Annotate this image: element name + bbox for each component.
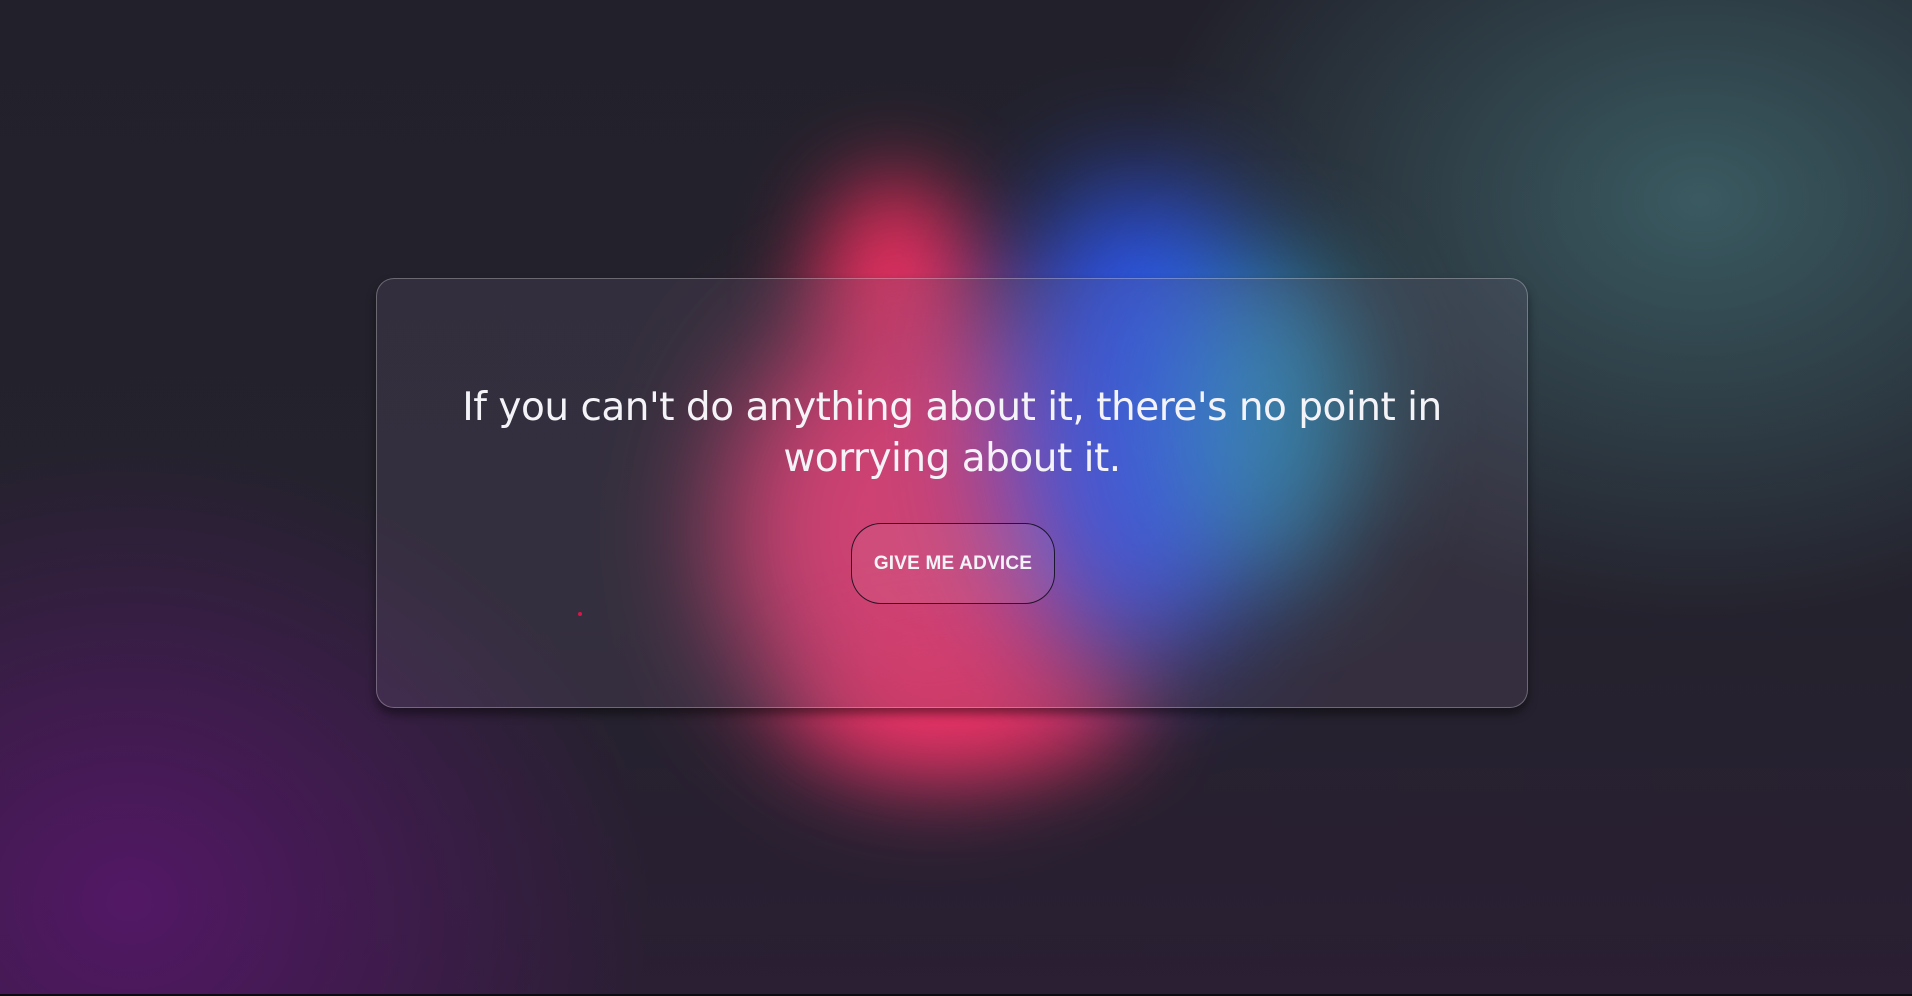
- advice-card: If you can't do anything about it, there…: [376, 278, 1528, 708]
- give-advice-button[interactable]: GIVE ME ADVICE: [851, 523, 1055, 604]
- cursor-dot: [578, 612, 582, 616]
- advice-quote: If you can't do anything about it, there…: [462, 385, 1442, 481]
